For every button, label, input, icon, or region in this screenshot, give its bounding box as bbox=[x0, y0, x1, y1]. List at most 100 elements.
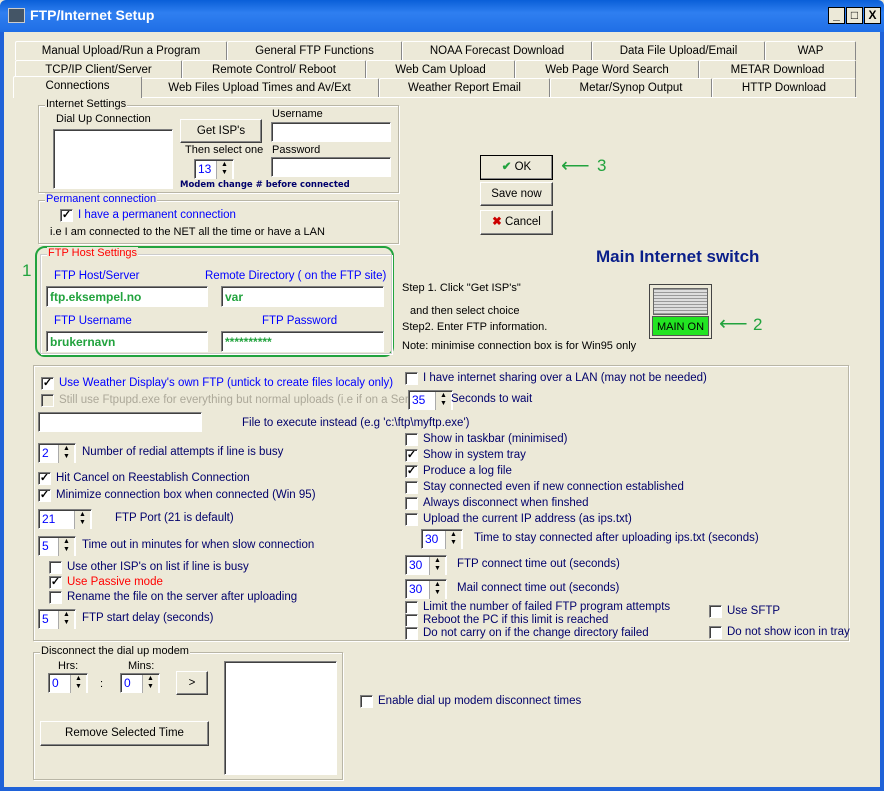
checkbox[interactable] bbox=[49, 591, 62, 604]
number-spinner[interactable]: 35 ▲ ▼ bbox=[408, 390, 453, 410]
checkbox-label: Upload the current IP address (as ips.tx… bbox=[423, 513, 632, 525]
checkbox[interactable]: ✓ bbox=[38, 489, 51, 502]
checkbox[interactable]: ✓ bbox=[405, 449, 418, 462]
spin-arrows-icon[interactable]: ▲ ▼ bbox=[142, 675, 158, 693]
cancel-label: Cancel bbox=[505, 216, 541, 228]
dialup-label: Dial Up Connection bbox=[56, 113, 151, 125]
checkbox[interactable] bbox=[405, 433, 418, 446]
switch-top bbox=[653, 288, 708, 315]
spin-arrows-icon[interactable]: ▲ ▼ bbox=[429, 581, 445, 599]
ftp-host-label: FTP Host/Server bbox=[54, 270, 140, 282]
spinner-value: 30 bbox=[409, 582, 423, 596]
checkbox[interactable]: ✓ bbox=[49, 576, 62, 589]
tab-noaa-forecast-download[interactable]: NOAA Forecast Download bbox=[402, 41, 592, 60]
checkbox[interactable] bbox=[405, 372, 418, 385]
spin-arrows-icon[interactable]: ▲ ▼ bbox=[70, 675, 86, 693]
tab-remote-control-reboot[interactable]: Remote Control/ Reboot bbox=[182, 60, 366, 79]
checkbox[interactable] bbox=[405, 481, 418, 494]
maximize-button[interactable]: □ bbox=[846, 7, 863, 24]
checkbox-label: Stay connected even if new connection es… bbox=[423, 481, 684, 493]
internet-settings-legend: Internet Settings bbox=[45, 98, 128, 110]
number-spinner[interactable]: 5 ▲ ▼ bbox=[38, 536, 76, 556]
number-spinner[interactable]: 30 ▲ ▼ bbox=[405, 555, 447, 575]
number-spinner[interactable]: 30 ▲ ▼ bbox=[421, 529, 463, 549]
arrow-left-icon: ⟵ bbox=[719, 313, 748, 335]
step-text: Note: minimise connection box is for Win… bbox=[402, 340, 637, 352]
file-to-execute-input[interactable] bbox=[38, 412, 202, 432]
ftp-username-input[interactable] bbox=[46, 331, 208, 352]
tab-web-page-word-search[interactable]: Web Page Word Search bbox=[515, 60, 699, 79]
number-spinner[interactable]: 0 ▲ ▼ bbox=[48, 673, 88, 693]
main-internet-switch[interactable]: MAIN ON bbox=[649, 284, 712, 339]
spin-arrows-icon[interactable]: ▲ ▼ bbox=[58, 445, 74, 463]
number-spinner[interactable]: 21 ▲ ▼ bbox=[38, 509, 92, 529]
spin-arrows-icon[interactable]: ▲ ▼ bbox=[429, 557, 445, 575]
spin-arrows-icon[interactable]: ▲ ▼ bbox=[74, 511, 90, 529]
checkbox-label: I have a permanent connection bbox=[78, 209, 236, 221]
tab-http-download[interactable]: HTTP Download bbox=[712, 78, 856, 97]
permanent-note: i.e I am connected to the NET all the ti… bbox=[50, 226, 325, 238]
checkbox-label: Show in system tray bbox=[423, 449, 526, 461]
tab-web-cam-upload[interactable]: Web Cam Upload bbox=[366, 60, 515, 79]
annotation-2: 2 bbox=[753, 315, 763, 334]
spin-arrows-icon[interactable]: ▲ ▼ bbox=[58, 611, 74, 629]
checkbox[interactable] bbox=[405, 627, 418, 640]
main-switch-title: Main Internet switch bbox=[596, 247, 760, 266]
spinner-value: 5 bbox=[42, 539, 49, 553]
tab-weather-report-email[interactable]: Weather Report Email bbox=[379, 78, 550, 97]
disconnect-times-list[interactable] bbox=[224, 661, 337, 775]
tab-metar-download[interactable]: METAR Download bbox=[699, 60, 856, 79]
checkbox[interactable]: ✓ bbox=[60, 209, 73, 222]
tab-general-ftp-functions[interactable]: General FTP Functions bbox=[227, 41, 402, 60]
arrow-left-icon: ⟵ bbox=[561, 155, 590, 177]
checkbox[interactable] bbox=[709, 605, 722, 618]
tab-data-file-upload-email[interactable]: Data File Upload/Email bbox=[592, 41, 765, 60]
username-input[interactable] bbox=[271, 122, 391, 142]
number-spinner[interactable]: 5 ▲ ▼ bbox=[38, 609, 76, 629]
spin-arrows-icon[interactable]: ▲ ▼ bbox=[216, 161, 232, 179]
checkbox[interactable]: ✓ bbox=[38, 472, 51, 485]
checkbox[interactable] bbox=[709, 626, 722, 639]
modem-spinner[interactable]: 13 ▲ ▼ bbox=[194, 159, 234, 179]
checkbox[interactable] bbox=[405, 497, 418, 510]
check-icon: ✔ bbox=[501, 161, 512, 173]
number-spinner[interactable]: 2 ▲ ▼ bbox=[38, 443, 76, 463]
ftp-host-input[interactable] bbox=[46, 286, 208, 307]
checkbox[interactable] bbox=[360, 695, 373, 708]
checkbox[interactable] bbox=[405, 601, 418, 614]
checkbox-label: Limit the number of failed FTP program a… bbox=[423, 601, 671, 613]
password-input[interactable] bbox=[271, 157, 391, 177]
remove-selected-time-button[interactable]: Remove Selected Time bbox=[40, 721, 209, 746]
checkbox-label: Do not show icon in tray bbox=[727, 626, 850, 638]
checkbox[interactable] bbox=[405, 513, 418, 526]
number-spinner[interactable]: 0 ▲ ▼ bbox=[120, 673, 160, 693]
tab-metar-synop-output[interactable]: Metar/Synop Output bbox=[550, 78, 712, 97]
close-button[interactable]: X bbox=[864, 7, 881, 24]
ok-button[interactable]: ✔ OK bbox=[480, 155, 553, 180]
cancel-button[interactable]: ✖ Cancel bbox=[480, 210, 553, 235]
minimize-button[interactable]: _ bbox=[828, 7, 845, 24]
ftp-password-input[interactable] bbox=[221, 331, 384, 352]
save-now-button[interactable]: Save now bbox=[480, 182, 553, 206]
dialup-connection-list[interactable] bbox=[53, 129, 173, 189]
checkbox[interactable] bbox=[41, 394, 54, 407]
annotation-3: 3 bbox=[597, 156, 607, 175]
tab-manual-upload-run-a-program[interactable]: Manual Upload/Run a Program bbox=[15, 41, 227, 60]
checkbox-label: Minimize connection box when connected (… bbox=[56, 489, 316, 501]
tab-web-files-upload-times-and-av-ext[interactable]: Web Files Upload Times and Av/Ext bbox=[140, 78, 379, 97]
remote-dir-input[interactable] bbox=[221, 286, 384, 307]
tab-connections[interactable]: Connections bbox=[13, 76, 142, 98]
checkbox[interactable]: ✓ bbox=[405, 465, 418, 478]
get-isps-button[interactable]: Get ISP's bbox=[180, 119, 262, 143]
switch-label: MAIN ON bbox=[652, 316, 709, 336]
number-spinner[interactable]: 30 ▲ ▼ bbox=[405, 579, 447, 599]
spin-arrows-icon[interactable]: ▲ ▼ bbox=[435, 392, 451, 410]
spin-arrows-icon[interactable]: ▲ ▼ bbox=[58, 538, 74, 556]
tab-wap[interactable]: WAP bbox=[765, 41, 856, 60]
checkbox[interactable]: ✓ bbox=[41, 377, 54, 390]
checkbox[interactable] bbox=[405, 614, 418, 627]
spin-arrows-icon[interactable]: ▲ ▼ bbox=[445, 531, 461, 549]
checkbox[interactable] bbox=[49, 561, 62, 574]
disconnect-legend: Disconnect the dial up modem bbox=[40, 645, 190, 657]
add-time-button[interactable]: > bbox=[176, 671, 208, 695]
